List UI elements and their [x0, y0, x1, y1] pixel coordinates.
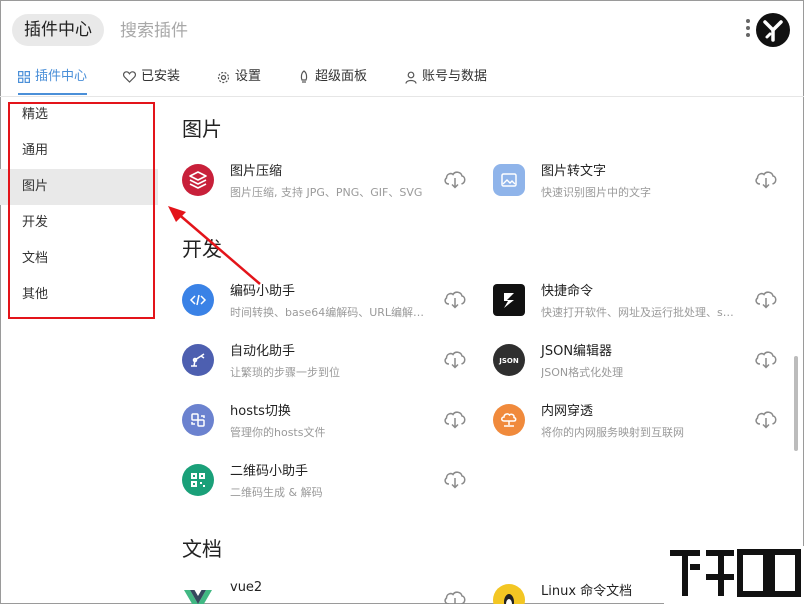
- cloud-download-icon[interactable]: [442, 588, 468, 604]
- plugin-card[interactable]: JSON JSON编辑器 JSON格式化处理: [493, 338, 783, 390]
- cloud-download-icon[interactable]: [442, 348, 468, 370]
- rocket-icon: [300, 70, 308, 83]
- json-icon: JSON: [493, 344, 525, 376]
- svg-text:JSON: JSON: [498, 357, 519, 365]
- gear-icon: [217, 71, 230, 83]
- plugin-desc: 管理你的hosts文件: [230, 426, 326, 439]
- cloud-download-icon[interactable]: [753, 288, 779, 310]
- search-input[interactable]: [120, 18, 520, 44]
- watermark-logo: [664, 546, 804, 604]
- vue-icon: [182, 584, 214, 604]
- image-icon: [493, 164, 525, 196]
- plugin-desc: JSON格式化处理: [541, 366, 624, 379]
- tab-installed[interactable]: 已安装: [123, 60, 180, 94]
- plugin-desc: 快速识别图片中的文字: [541, 186, 651, 199]
- annotation-highlight-box: [8, 102, 155, 319]
- plugin-desc: 让繁琐的步骤一步到位: [230, 366, 340, 379]
- cloud-download-icon[interactable]: [442, 468, 468, 490]
- linux-penguin-icon: [493, 584, 525, 604]
- tab-label: 账号与数据: [422, 69, 488, 84]
- cloud-network-icon: [493, 404, 525, 436]
- plugin-desc: 快速打开软件、网址及运行批处理、s…: [541, 306, 734, 319]
- robot-arm-icon: [182, 344, 214, 376]
- plugin-desc: 二维码生成 & 解码: [230, 486, 323, 499]
- plugin-name: 内网穿透: [541, 404, 594, 419]
- tab-settings[interactable]: 设置: [217, 60, 261, 94]
- cloud-download-icon[interactable]: [753, 168, 779, 190]
- cloud-download-icon[interactable]: [442, 288, 468, 310]
- tab-super-panel[interactable]: 超级面板: [298, 60, 367, 94]
- plugin-name: 自动化助手: [230, 344, 296, 359]
- header: 插件中心: [0, 0, 804, 60]
- plugin-name: 二维码小助手: [230, 464, 309, 479]
- cloud-download-icon[interactable]: [753, 408, 779, 430]
- plugin-name: hosts切换: [230, 404, 291, 419]
- section-title-docs: 文档: [182, 537, 222, 561]
- user-icon: [405, 71, 417, 84]
- plugin-name: vue2: [230, 580, 263, 595]
- lightning-icon: [493, 284, 525, 316]
- plugin-name: 图片压缩: [230, 164, 283, 179]
- grid-icon: [18, 71, 30, 83]
- tab-label: 设置: [235, 69, 262, 84]
- plugin-card[interactable]: hosts切换 管理你的hosts文件: [182, 398, 472, 450]
- annotation-arrow-icon: [168, 206, 261, 285]
- plugin-card[interactable]: vue2: [182, 578, 472, 604]
- layers-icon: [182, 164, 214, 196]
- plugin-card[interactable]: 内网穿透 将你的内网服务映射到互联网: [493, 398, 783, 450]
- scrollbar[interactable]: [794, 356, 798, 451]
- heart-icon: [123, 71, 136, 83]
- plugin-card[interactable]: 二维码小助手 二维码生成 & 解码: [182, 458, 472, 510]
- plugin-desc: 图片压缩, 支持 JPG、PNG、GIF、SVG: [230, 186, 423, 199]
- tab-plugin-center[interactable]: 插件中心: [18, 60, 88, 95]
- tab-account[interactable]: 账号与数据: [405, 60, 487, 94]
- more-menu-icon[interactable]: [744, 16, 752, 44]
- tab-label: 超级面板: [315, 69, 368, 84]
- cloud-download-icon[interactable]: [442, 408, 468, 430]
- cloud-download-icon[interactable]: [753, 348, 779, 370]
- plugin-card[interactable]: 快捷命令 快速打开软件、网址及运行批处理、s…: [493, 278, 783, 330]
- app-title[interactable]: 插件中心: [12, 14, 104, 46]
- plugin-name: 图片转文字: [541, 164, 607, 179]
- plugin-name: Linux 命令文档: [541, 584, 633, 599]
- plugin-name: 快捷命令: [541, 284, 594, 299]
- switch-icon: [182, 404, 214, 436]
- plugin-desc: 时间转换、base64编解码、URL编解…: [230, 306, 425, 319]
- plugin-desc: 将你的内网服务映射到互联网: [541, 426, 684, 439]
- tab-label: 已安装: [141, 69, 181, 84]
- app-logo-icon[interactable]: [756, 13, 790, 47]
- qrcode-icon: [182, 464, 214, 496]
- nav-tabs: 插件中心 已安装 设置 超级面板 账号与数据: [0, 60, 804, 97]
- section-title-images: 图片: [182, 117, 222, 141]
- tab-label: 插件中心: [35, 69, 88, 84]
- plugin-card[interactable]: 自动化助手 让繁琐的步骤一步到位: [182, 338, 472, 390]
- plugin-name: JSON编辑器: [541, 344, 613, 359]
- plugin-card[interactable]: 图片转文字 快速识别图片中的文字: [493, 158, 783, 210]
- cloud-download-icon[interactable]: [442, 168, 468, 190]
